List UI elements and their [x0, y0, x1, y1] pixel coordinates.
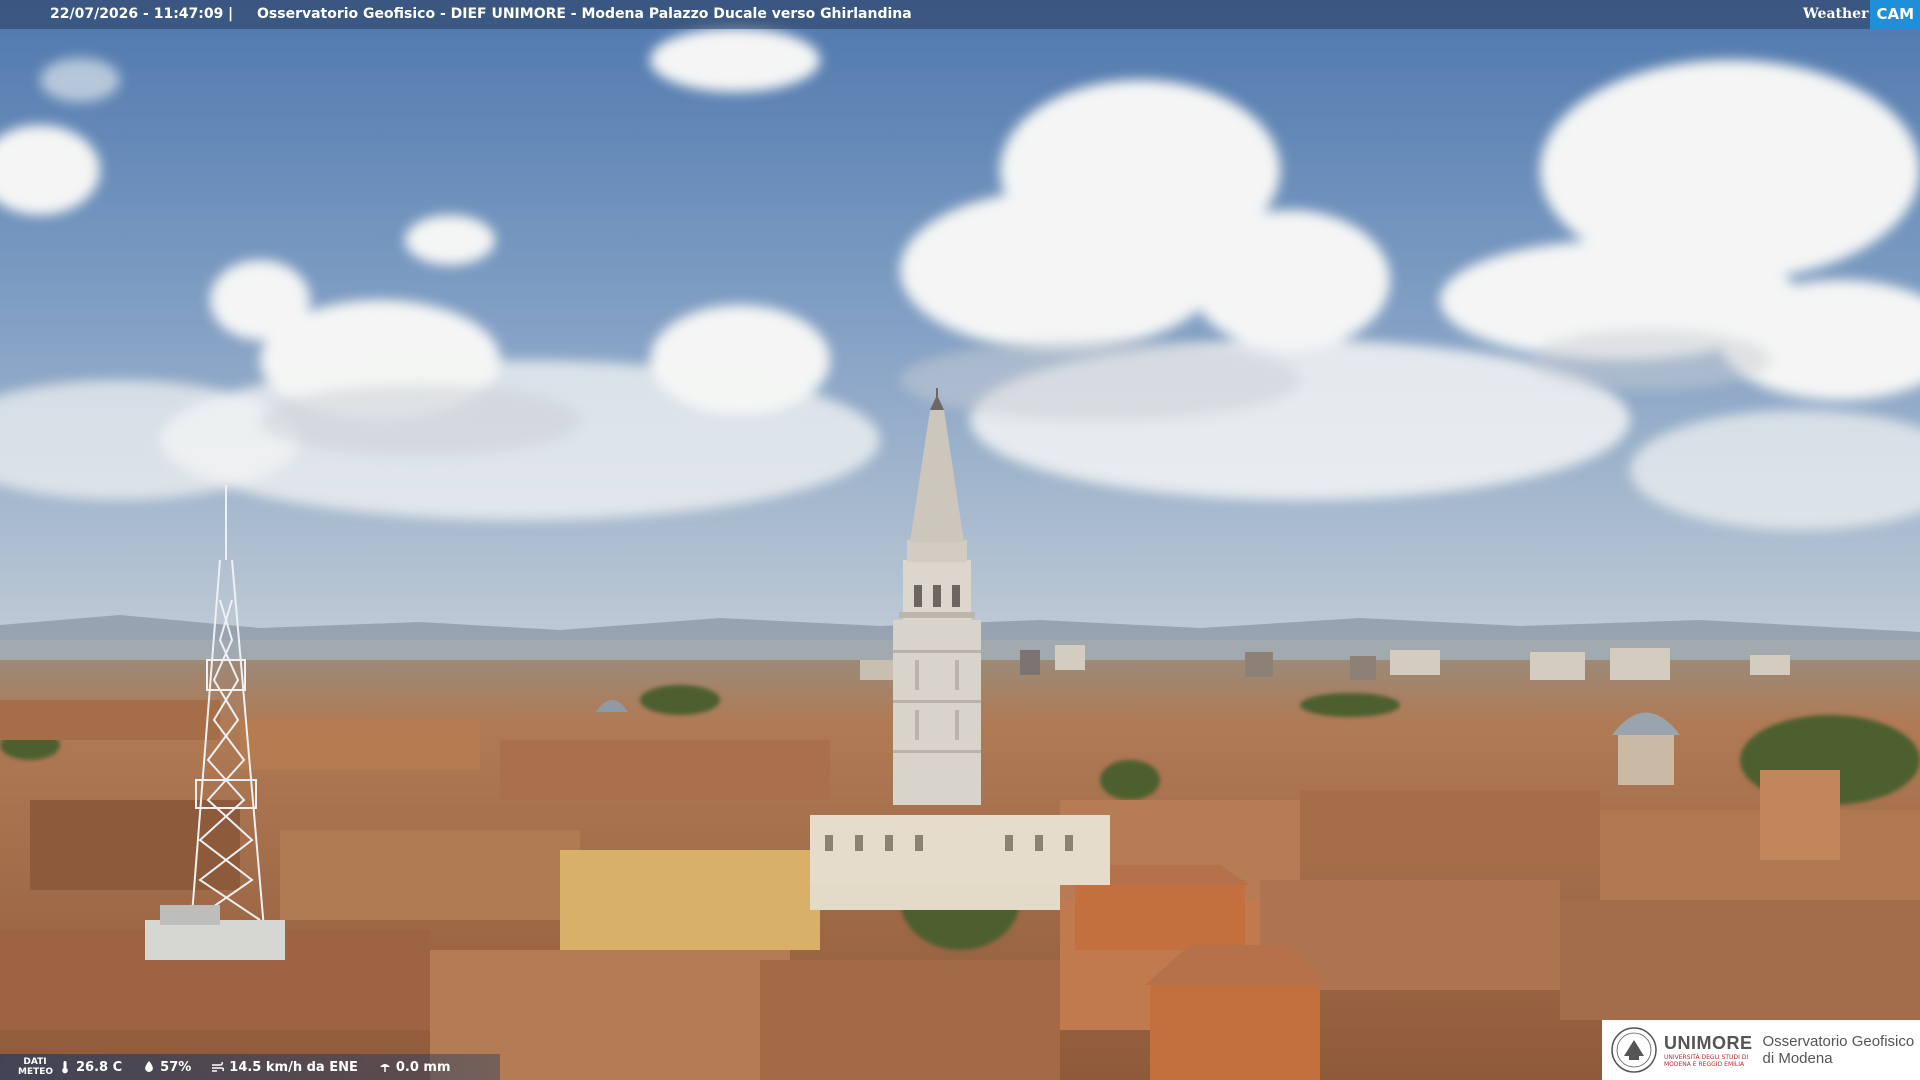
rain-value: 0.0 mm: [395, 1059, 451, 1075]
weathercam-logo: Weather CAM: [1803, 0, 1920, 29]
timestamp: 22/07/2026 - 11:47:09: [50, 6, 224, 22]
antenna-base: [145, 920, 285, 960]
palazzo-facade: [810, 815, 1110, 885]
rain-gauge-icon: [379, 1064, 390, 1072]
observatory-line1: Osservatorio Geofisico: [1762, 1033, 1915, 1050]
meteo-data-bar: DATI METEO 26.8 C 57% 14.5 km/h da ENE 0…: [0, 1054, 500, 1080]
unimore-name: UNIMORE: [1664, 1032, 1753, 1053]
humidity-reading: 57%: [142, 1060, 191, 1075]
separator: |: [228, 6, 234, 22]
observatory-line2: di Modena: [1762, 1050, 1833, 1067]
observatory-name: Osservatorio Geofisico di Modena: [1763, 1033, 1915, 1067]
meteo-label-line1: DATI: [23, 1057, 47, 1067]
unimore-sub-1: UNIVERSITÀ DEGLI STUDI DI: [1664, 1053, 1749, 1061]
meteo-label: DATI METEO: [0, 1057, 58, 1077]
wind-reading: 14.5 km/h da ENE: [211, 1060, 358, 1075]
brand-cam-text: CAM: [1870, 0, 1920, 29]
wind-icon: [212, 1061, 225, 1072]
unimore-seal-icon: [1611, 1027, 1657, 1073]
thermometer-icon: [62, 1061, 68, 1074]
humidity-value: 57%: [160, 1059, 192, 1075]
rain-reading: 0.0 mm: [378, 1060, 451, 1075]
unimore-logo-box: UNIMORE UNIVERSITÀ DEGLI STUDI DI MODENA…: [1602, 1020, 1920, 1080]
temperature-value: 26.8 C: [76, 1059, 123, 1075]
camera-info-bar: 22/07/2026 - 11:47:09 | Osservatorio Geo…: [0, 0, 1920, 29]
brand-weather-text: Weather: [1802, 6, 1869, 22]
antenna-cabin: [160, 905, 220, 925]
wind-value: 14.5 km/h da ENE: [229, 1059, 358, 1075]
camera-title: Osservatorio Geofisico - DIEF UNIMORE - …: [257, 6, 912, 22]
humidity-drop-icon: [145, 1061, 154, 1072]
meteo-label-line2: METEO: [18, 1067, 54, 1077]
unimore-sub-2: MODENA E REGGIO EMILIA: [1664, 1060, 1745, 1068]
unimore-wordmark: UNIMORE UNIVERSITÀ DEGLI STUDI DI MODENA…: [1664, 1033, 1753, 1068]
temperature-reading: 26.8 C: [58, 1060, 122, 1075]
webcam-image: [0, 0, 1920, 1080]
